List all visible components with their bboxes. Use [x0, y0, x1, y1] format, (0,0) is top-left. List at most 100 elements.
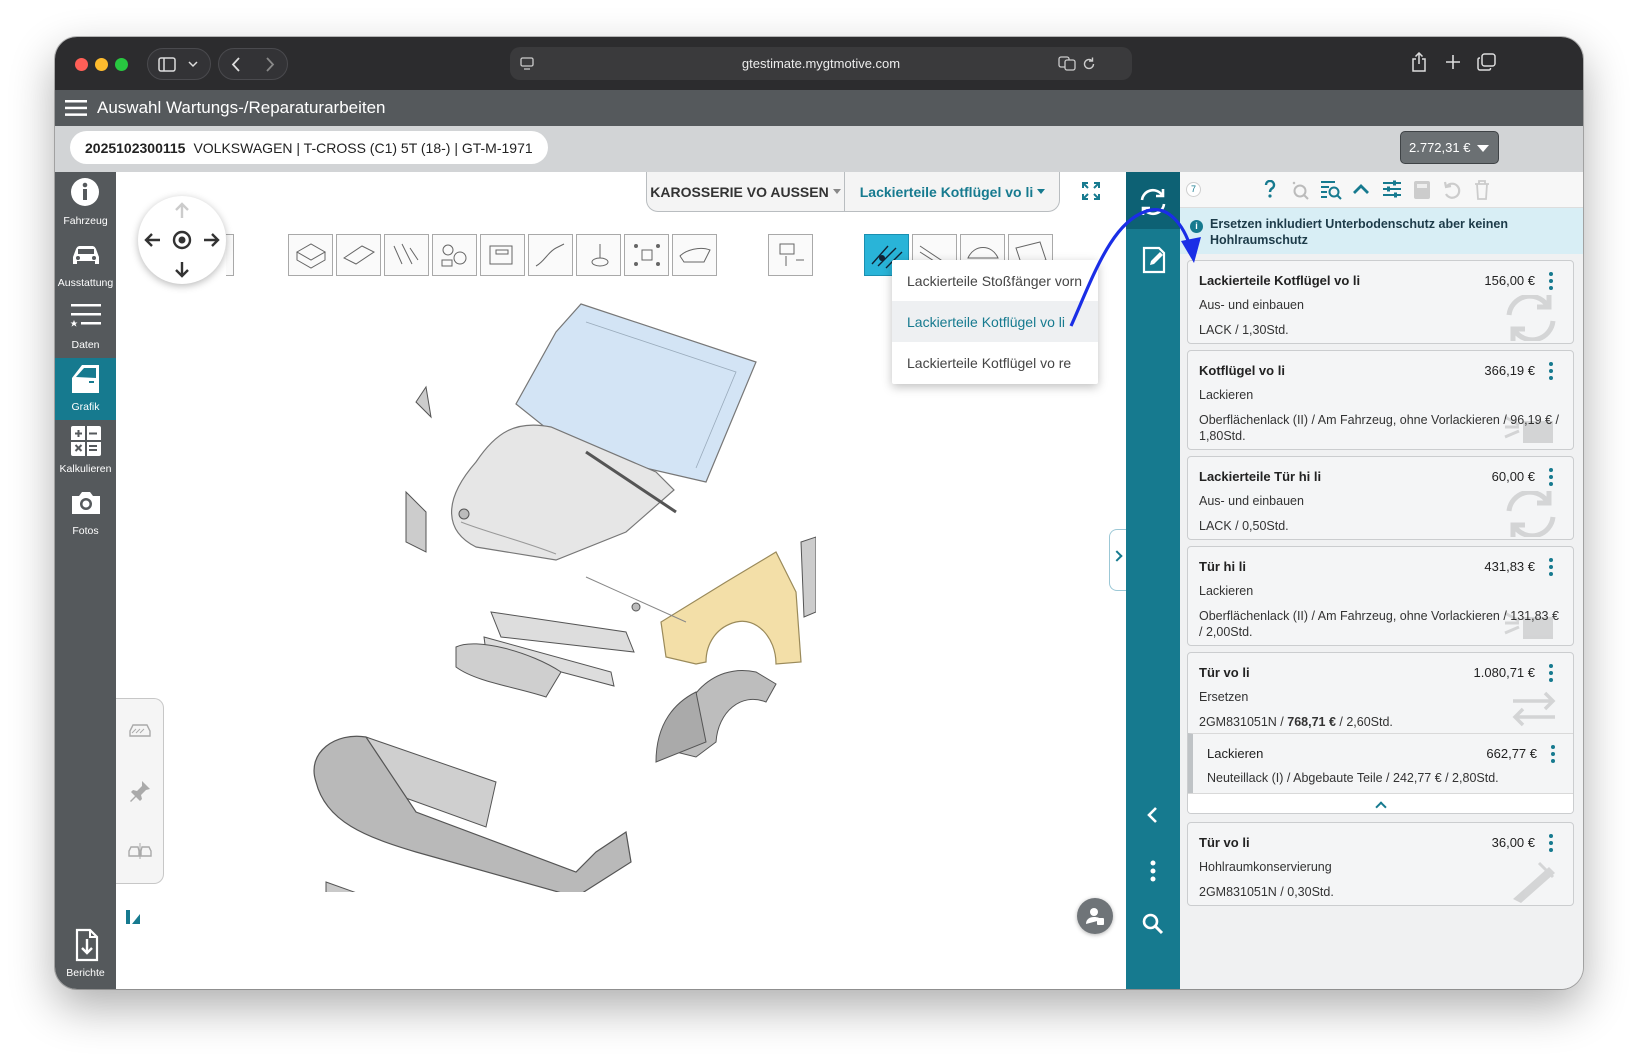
filter-settings-icon[interactable] — [1382, 180, 1402, 198]
vehicle-info-bar: 2025102300115 VOLKSWAGEN | T-CROSS (C1) … — [55, 126, 1583, 172]
list-search-icon[interactable] — [1320, 180, 1342, 200]
estimate-item-card[interactable]: Tür vo li 36,00 € Hohlraumkonservierung … — [1187, 822, 1574, 906]
translate-icon[interactable] — [1058, 56, 1076, 71]
cars-compare-icon[interactable] — [128, 841, 152, 861]
fullscreen-icon[interactable] — [1082, 182, 1100, 200]
part-group-thumb[interactable] — [576, 234, 621, 276]
headlight-part[interactable] — [455, 643, 562, 698]
collapse-subitems-button[interactable] — [1188, 793, 1573, 813]
new-tab-icon[interactable] — [1445, 54, 1461, 70]
sidebar-item-fotos[interactable]: Fotos — [55, 482, 116, 544]
item-title: Lackierteile Tür hi li — [1199, 469, 1322, 484]
chevron-down-icon[interactable] — [188, 61, 198, 68]
tab-overview-icon[interactable] — [1477, 53, 1496, 71]
chevron-left-icon[interactable] — [1146, 806, 1158, 824]
forward-icon[interactable] — [265, 57, 275, 72]
dropdown-option-stossfaenger[interactable]: Lackierteile Stoßfänger vorn — [892, 260, 1098, 301]
item-price: 431,83 € — [1484, 559, 1535, 574]
estimate-item-card[interactable]: Lackierteile Kotflügel vo li 156,00 € Au… — [1187, 260, 1574, 344]
item-operation: Hohlraumkonservierung — [1199, 860, 1332, 874]
hamburger-menu-icon[interactable] — [65, 99, 87, 117]
vehicle-summary[interactable]: 2025102300115 VOLKSWAGEN | T-CROSS (C1) … — [70, 131, 548, 164]
swap-icon — [1512, 691, 1556, 727]
part-group-thumb[interactable] — [384, 234, 429, 276]
item-menu-icon[interactable] — [1549, 468, 1553, 489]
estimate-item-card[interactable]: Lackierteile Tür hi li 60,00 € Aus- und … — [1187, 456, 1574, 540]
close-window-button[interactable] — [75, 58, 88, 71]
part-group-thumb[interactable] — [226, 234, 234, 276]
estimate-item-card[interactable]: Tür hi li 431,83 € Lackieren Oberflächen… — [1187, 546, 1574, 646]
share-icon[interactable] — [1411, 52, 1427, 72]
exploded-parts-diagram[interactable] — [256, 292, 816, 892]
search-icon[interactable] — [1142, 913, 1164, 935]
item-menu-icon[interactable] — [1549, 834, 1553, 855]
part-group-thumb[interactable] — [288, 234, 333, 276]
part-group-thumb[interactable] — [480, 234, 525, 276]
expand-panel-tab[interactable] — [1109, 529, 1126, 591]
sidebar-item-label: Fahrzeug — [63, 215, 108, 227]
sidebar-item-ausstattung[interactable]: Ausstattung — [55, 234, 116, 296]
part-group-thumb[interactable] — [624, 234, 669, 276]
part-group-thumb[interactable] — [768, 234, 813, 276]
estimate-sub-item[interactable]: Lackieren 662,77 € Neuteillack (I) / Abg… — [1188, 733, 1573, 793]
pin-icon[interactable] — [128, 779, 152, 803]
caret-down-icon — [832, 189, 841, 194]
calculator-disabled-icon[interactable] — [1413, 180, 1431, 200]
category-dropdown[interactable]: KAROSSERIE VO AUSSEN — [647, 172, 845, 211]
sidebar-item-grafik[interactable]: Grafik — [55, 358, 116, 420]
address-bar[interactable]: gtestimate.mygtmotive.com — [510, 47, 1132, 80]
fender-part-highlighted[interactable] — [660, 551, 802, 665]
sidebar-item-berichte[interactable]: Berichte — [55, 924, 116, 986]
more-vertical-icon[interactable] — [1150, 860, 1156, 882]
trash-icon[interactable] — [1474, 180, 1490, 200]
category-selector: KAROSSERIE VO AUSSEN Lackierteile Kotflü… — [646, 172, 1060, 212]
crossmember-part-icon — [489, 245, 513, 265]
minimize-window-button[interactable] — [95, 58, 108, 71]
info-icon — [71, 178, 99, 206]
item-menu-icon[interactable] — [1549, 272, 1553, 293]
item-menu-icon[interactable] — [1549, 362, 1553, 383]
item-title: Tür vo li — [1199, 665, 1250, 680]
dropdown-option-kotfluegel-vo-li[interactable]: Lackierteile Kotflügel vo li — [892, 301, 1098, 342]
calculator-icon — [71, 426, 101, 456]
help-icon[interactable] — [1264, 180, 1276, 198]
user-assist-button[interactable] — [1077, 898, 1113, 934]
part-group-thumb[interactable] — [432, 234, 477, 276]
collapse-all-icon[interactable] — [1352, 183, 1370, 195]
magic-search-icon[interactable] — [1290, 180, 1310, 200]
sidebar-item-daten[interactable]: Daten — [55, 296, 116, 358]
part-group-thumb[interactable] — [336, 234, 381, 276]
back-icon[interactable] — [231, 57, 241, 72]
part-group-thumb[interactable] — [672, 234, 717, 276]
bracket-part-icon — [393, 243, 419, 265]
undo-icon[interactable] — [1442, 180, 1462, 200]
sub-item-menu-icon[interactable] — [1551, 745, 1555, 766]
total-amount-button[interactable]: 2.772,31 € — [1400, 131, 1499, 164]
sidebar-toggle-group[interactable] — [147, 48, 211, 80]
item-menu-icon[interactable] — [1549, 664, 1553, 685]
item-hours: / 2,60Std. — [1335, 715, 1393, 729]
dropdown-option-kotfluegel-vo-re[interactable]: Lackierteile Kotflügel vo re — [892, 342, 1098, 383]
car-damage-icon[interactable] — [128, 719, 152, 739]
refresh-icon — [1506, 491, 1556, 537]
pan-arrows-icon[interactable] — [138, 196, 226, 284]
sidebar-item-fahrzeug[interactable]: Fahrzeug — [55, 172, 116, 234]
pan-navigation-pad[interactable] — [138, 196, 226, 284]
subcategory-dropdown[interactable]: Lackierteile Kotflügel vo li — [845, 172, 1060, 211]
reload-icon[interactable] — [1082, 56, 1096, 71]
app-header: Auswahl Wartungs-/Reparaturarbeiten — [55, 90, 1583, 126]
refresh-icon[interactable] — [1138, 188, 1168, 216]
headlight-housing-part[interactable] — [405, 490, 427, 553]
sidebar-item-kalkulieren[interactable]: Kalkulieren — [55, 420, 116, 482]
graphic-canvas[interactable]: KAROSSERIE VO AUSSEN Lackierteile Kotflü… — [116, 172, 1126, 989]
estimate-item-card[interactable]: Kotflügel vo li 366,19 € Lackieren Oberf… — [1187, 350, 1574, 450]
edit-note-icon[interactable] — [1141, 245, 1167, 275]
estimate-item-card[interactable]: Tür vo li 1.080,71 € Ersetzen 2GM831051N… — [1187, 652, 1574, 814]
sidebar-icon[interactable] — [158, 57, 176, 72]
spray-icon — [1504, 611, 1553, 639]
item-menu-icon[interactable] — [1549, 558, 1553, 579]
view-tool-panel — [116, 698, 164, 884]
zoom-window-button[interactable] — [115, 58, 128, 71]
item-price: 60,00 € — [1491, 469, 1535, 484]
part-group-thumb[interactable] — [528, 234, 573, 276]
